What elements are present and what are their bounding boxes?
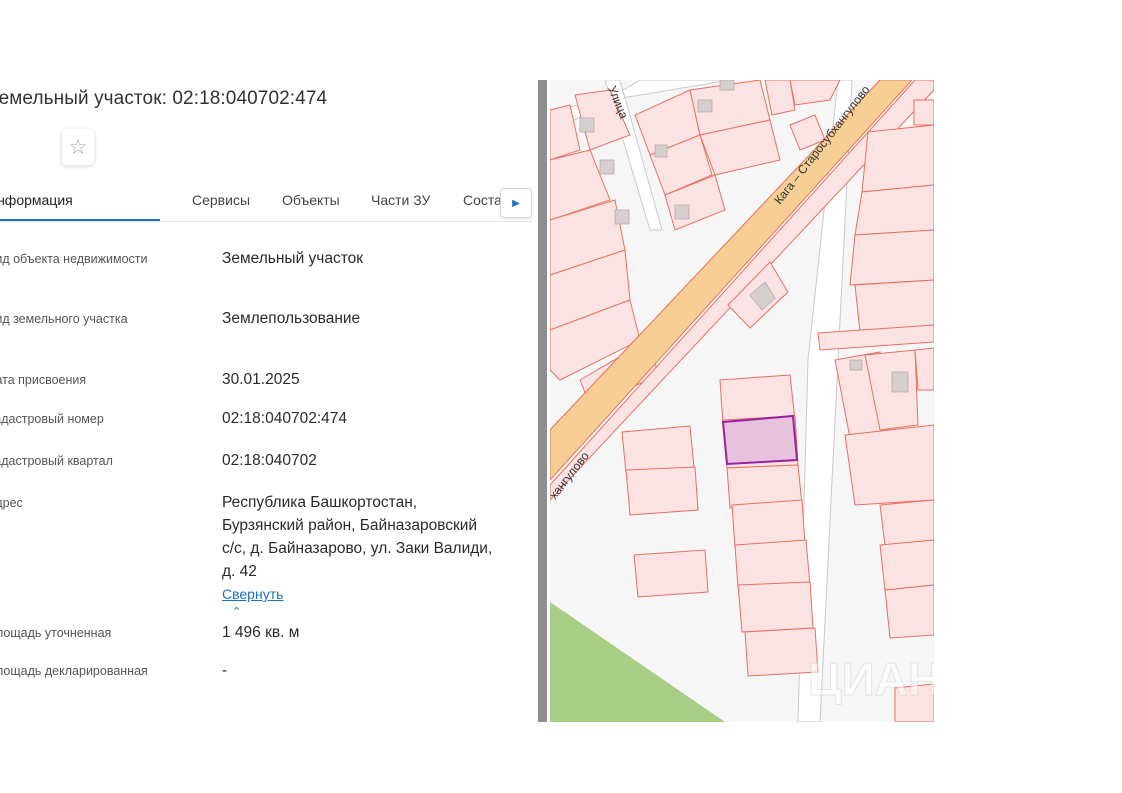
area-refined-label: Площадь уточненная <box>0 626 112 640</box>
info-panel: Земельный участок: 02:18:040702:474 ☆ Ин… <box>0 80 538 722</box>
active-tab-indicator <box>0 219 160 221</box>
cadastral-quarter-label: Кадастровый квартал <box>0 454 113 468</box>
address-line: Бурзянский район, Байназаровский <box>222 517 478 534</box>
address-line: с/с, д. Байназарово, ул. Заки Валиди, <box>222 540 493 557</box>
cadastral-quarter-value: 02:18:040702 <box>222 452 317 469</box>
page-title: Земельный участок: 02:18:040702:474 <box>0 88 328 109</box>
tab-information[interactable]: Информация <box>0 192 73 208</box>
watermark: ЦИАН <box>808 653 934 705</box>
cadastral-map[interactable]: .p { fill: #fbe3e3; stroke: #e8705f; str… <box>550 80 934 722</box>
cadastral-number-value: 02:18:040702:474 <box>222 410 347 427</box>
object-type-value: Земельный участок <box>222 250 364 267</box>
cadastral-number-label: Кадастровый номер <box>0 412 104 426</box>
chevron-right-icon: ▶ <box>512 197 520 209</box>
address-line: д. 42 <box>222 563 257 580</box>
address-label: Адрес <box>0 496 23 510</box>
star-outline-icon: ☆ <box>68 135 88 159</box>
collapse-address-link[interactable]: Свернуть ⌃ <box>222 586 283 618</box>
area-declared-value: - <box>222 662 228 679</box>
selected-parcel[interactable] <box>721 414 799 466</box>
tab-services[interactable]: Сервисы <box>192 192 250 208</box>
address-line: Республика Башкортостан, <box>222 494 418 511</box>
chevron-up-icon: ⌃ <box>232 606 242 618</box>
land-type-label: Вид земельного участка <box>0 312 128 326</box>
land-type-value: Землепользование <box>222 310 361 327</box>
area-declared-label: Площадь декларированная <box>0 664 148 678</box>
tab-bar: Информация Сервисы Объекты Части ЗУ Сост… <box>0 180 532 222</box>
area-refined-value: 1 496 кв. м <box>222 624 300 641</box>
address-value: Республика Башкортостан, Бурзянский райо… <box>222 491 522 583</box>
panel-splitter[interactable] <box>538 80 547 722</box>
favorite-button[interactable]: ☆ <box>62 129 94 165</box>
collapse-label: Свернуть <box>222 586 284 602</box>
tab-objects[interactable]: Объекты <box>282 192 340 208</box>
tabs-next-button[interactable]: ▶ <box>500 188 532 218</box>
object-type-label: Вид объекта недвижимости <box>0 252 148 266</box>
assign-date-value: 30.01.2025 <box>222 371 300 388</box>
tab-parts[interactable]: Части ЗУ <box>371 192 430 208</box>
assign-date-label: Дата присвоения <box>0 373 87 387</box>
map-canvas[interactable]: .p { fill: #fbe3e3; stroke: #e8705f; str… <box>550 80 934 722</box>
